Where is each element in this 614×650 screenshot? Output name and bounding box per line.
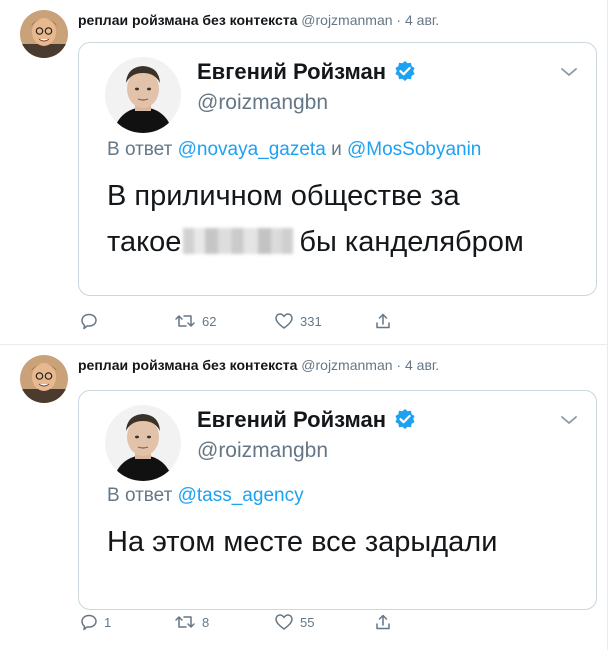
- reply-context: В ответ @novaya_gazeta и @MosSobyanin: [107, 139, 481, 161]
- reply-prefix: В ответ: [107, 139, 173, 160]
- quoted-tweet-text: В приличном обществе за такое бы канделяб…: [107, 173, 576, 265]
- like-count: 55: [300, 614, 315, 630]
- heart-icon: [274, 613, 294, 631]
- retweet-button[interactable]: 8: [174, 613, 209, 631]
- author-handle[interactable]: @rojzmanman: [301, 357, 392, 373]
- reply-count: 1: [104, 614, 112, 630]
- share-button[interactable]: [374, 613, 392, 631]
- quoted-author-avatar[interactable]: [105, 57, 181, 133]
- quoted-tweet-card[interactable]: Евгений Ройзман @roizmangbn В ответ @nov…: [78, 42, 597, 296]
- reply-prefix: В ответ: [107, 485, 173, 506]
- mention-link[interactable]: @MosSobyanin: [347, 139, 481, 160]
- mention-link[interactable]: @novaya_gazeta: [178, 139, 326, 160]
- mention-link[interactable]: @tass_agency: [178, 485, 304, 506]
- tweet-date[interactable]: 4 авг.: [405, 12, 439, 28]
- reply-button[interactable]: [80, 312, 104, 330]
- retweet-count: 8: [202, 614, 210, 630]
- heart-icon: [274, 312, 294, 330]
- mention-joiner: и: [331, 139, 342, 160]
- author-handle[interactable]: @rojzmanman: [301, 12, 392, 28]
- chevron-down-icon[interactable]: [560, 413, 578, 431]
- quoted-author-avatar[interactable]: [105, 405, 181, 481]
- tweet[interactable]: реплаи ройзмана без контекста @rojzmanma…: [0, 0, 608, 345]
- author-name[interactable]: реплаи ройзмана без контекста: [78, 357, 297, 373]
- chevron-down-icon[interactable]: [560, 65, 578, 83]
- quoted-author-handle[interactable]: @roizmangbn: [197, 439, 328, 463]
- quoted-author-name-row[interactable]: Евгений Ройзман: [197, 407, 416, 436]
- quoted-tweet-text: На этом месте все зарыдали: [107, 526, 498, 558]
- verified-badge-icon: [394, 408, 416, 436]
- share-icon: [374, 613, 392, 631]
- tweet[interactable]: реплаи ройзмана без контекста @rojzmanma…: [0, 345, 608, 650]
- tweet-date[interactable]: 4 авг.: [405, 357, 439, 373]
- retweet-count: 62: [202, 313, 217, 329]
- quoted-author-name: Евгений Ройзман: [197, 59, 387, 84]
- retweet-button[interactable]: 62: [174, 312, 216, 330]
- like-count: 331: [300, 313, 322, 329]
- tweet-header: реплаи ройзмана без контекста @rojzmanma…: [78, 357, 439, 373]
- retweet-icon: [174, 312, 196, 330]
- quoted-text-fragment: бы канделябром: [299, 226, 524, 258]
- quoted-text-line: такое бы канделябром: [107, 219, 576, 265]
- quoted-author-handle[interactable]: @roizmangbn: [197, 91, 328, 115]
- like-button[interactable]: 331: [274, 312, 322, 330]
- quoted-text-line: В приличном обществе за: [107, 180, 460, 212]
- reply-context: В ответ @tass_agency: [107, 485, 304, 507]
- quoted-text-fragment: такое: [107, 226, 182, 258]
- quoted-author-name: Евгений Ройзман: [197, 407, 387, 432]
- quoted-author-name-row[interactable]: Евгений Ройзман: [197, 59, 416, 88]
- censored-word-blur: [183, 228, 294, 254]
- verified-badge-icon: [394, 60, 416, 88]
- author-avatar[interactable]: [20, 10, 68, 58]
- retweet-icon: [174, 613, 196, 631]
- separator-dot: ·: [396, 12, 402, 28]
- separator-dot: ·: [396, 357, 402, 373]
- reply-icon: [80, 312, 98, 330]
- quoted-tweet-card[interactable]: Евгений Ройзман @roizmangbn В ответ @tas…: [78, 390, 597, 610]
- author-avatar[interactable]: [20, 355, 68, 403]
- author-name[interactable]: реплаи ройзмана без контекста: [78, 12, 297, 28]
- like-button[interactable]: 55: [274, 613, 314, 631]
- share-button[interactable]: [374, 312, 392, 330]
- tweet-header: реплаи ройзмана без контекста @rojzmanma…: [78, 12, 439, 28]
- reply-icon: [80, 613, 98, 631]
- share-icon: [374, 312, 392, 330]
- reply-button[interactable]: 1: [80, 613, 111, 631]
